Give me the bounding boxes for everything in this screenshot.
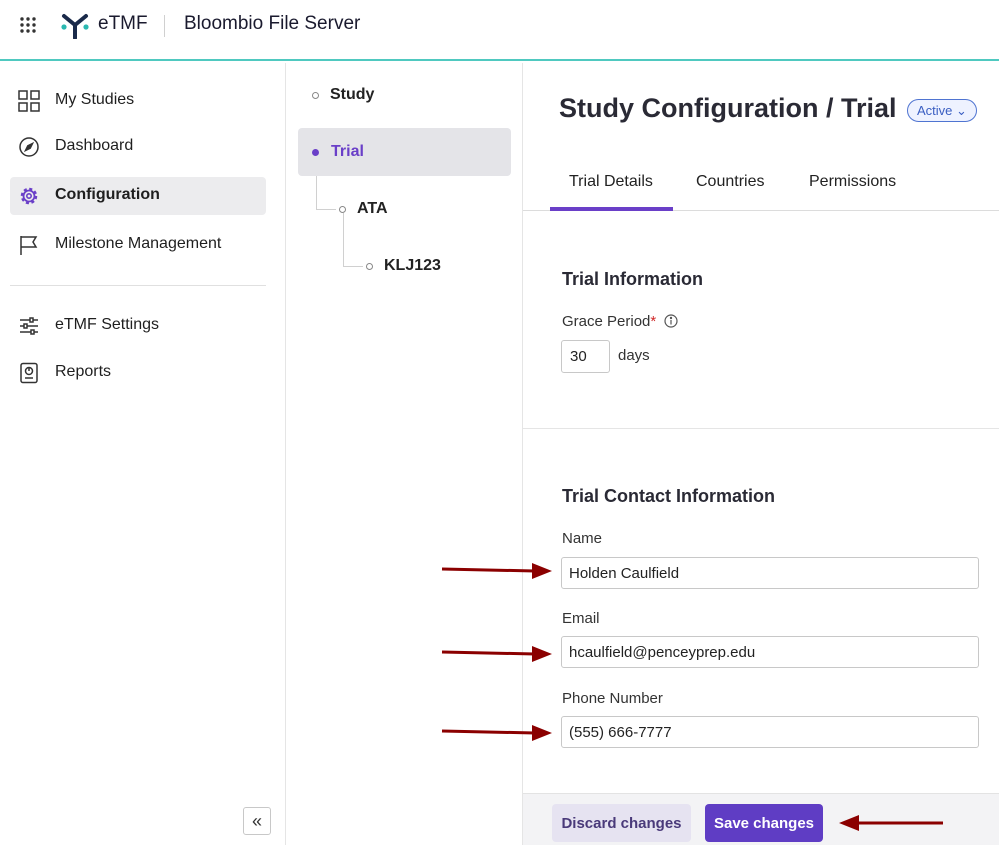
sidebar-item-label: eTMF Settings — [55, 316, 160, 333]
page-title: Study Configuration / Trial — [559, 93, 897, 123]
report-icon — [18, 362, 40, 384]
sidebar-item-etmf-settings[interactable]: eTMF Settings — [10, 307, 266, 345]
sidebar-divider — [10, 285, 266, 286]
compass-icon — [18, 136, 40, 158]
top-bar: eTMF Bloombio File Server — [0, 0, 999, 61]
sidebar-item-label: My Studies — [55, 91, 135, 108]
sidebar-item-dashboard[interactable]: Dashboard — [10, 128, 266, 166]
tree-node-icon — [366, 263, 373, 270]
name-label: Name — [562, 530, 603, 547]
sidebar-item-label: Configuration — [55, 186, 160, 203]
sidebar-item-label: Milestone Management — [55, 235, 222, 252]
annotation-arrow-icon — [441, 646, 552, 662]
grace-period-label: Grace Period* — [562, 313, 678, 330]
active-tab-indicator — [550, 207, 673, 211]
grace-period-input[interactable] — [561, 340, 610, 373]
brand-name: eTMF — [98, 13, 148, 34]
required-marker: * — [650, 313, 657, 330]
annotation-arrow-icon — [441, 725, 552, 741]
tab-trial-details[interactable]: Trial Details — [569, 173, 653, 191]
grid-squares-icon — [18, 90, 40, 112]
tab-permissions[interactable]: Permissions — [809, 173, 896, 191]
sidebar-item-label: Dashboard — [55, 137, 134, 154]
server-name: Bloombio File Server — [184, 13, 361, 34]
etmf-logo-icon — [61, 11, 89, 40]
tree-connector — [343, 266, 363, 267]
trial-contact-heading: Trial Contact Information — [562, 486, 776, 506]
sidebar-item-reports[interactable]: Reports — [10, 354, 266, 392]
flag-icon — [18, 234, 40, 256]
email-field[interactable] — [561, 636, 979, 668]
sidebar-item-my-studies[interactable]: My Studies — [10, 82, 266, 120]
tab-countries[interactable]: Countries — [696, 173, 764, 191]
left-sidebar: My Studies Dashboard Configuration Miles… — [0, 63, 286, 845]
tree-node-icon — [312, 149, 319, 156]
tree-node-icon — [339, 206, 346, 213]
tree-node-icon — [312, 92, 319, 99]
sidebar-item-configuration[interactable]: Configuration — [10, 177, 266, 215]
annotation-arrow-icon — [441, 563, 552, 579]
phone-label: Phone Number — [562, 690, 663, 707]
name-field[interactable] — [561, 557, 979, 589]
save-changes-button[interactable]: Save changes — [705, 804, 823, 842]
sidebar-item-milestone-management[interactable]: Milestone Management — [10, 226, 266, 264]
app-grid-icon[interactable] — [20, 17, 36, 33]
annotation-arrow-icon — [839, 815, 943, 831]
tree-connector — [316, 176, 317, 209]
collapse-sidebar-button[interactable]: « — [243, 807, 271, 835]
grace-period-unit: days — [618, 347, 650, 364]
tab-bar: Trial Details Countries Permissions — [523, 163, 999, 211]
tree-connector — [316, 209, 336, 210]
status-dropdown[interactable]: Active ⌄ — [907, 99, 977, 122]
tree-item-label: Study — [330, 86, 375, 103]
gear-icon — [18, 185, 40, 207]
info-icon[interactable] — [664, 314, 678, 328]
tree-connector — [343, 213, 344, 266]
email-label: Email — [562, 610, 600, 627]
grace-period-label-text: Grace Period — [562, 313, 651, 330]
section-divider — [523, 428, 999, 429]
main-content: Study Configuration / Trial Active ⌄ Tri… — [523, 63, 999, 845]
discard-changes-button[interactable]: Discard changes — [552, 804, 691, 842]
sliders-icon — [18, 315, 40, 337]
tree-item-label: ATA — [357, 200, 388, 217]
tree-item-label: KLJ123 — [384, 257, 441, 274]
tree-item-trial[interactable]: Trial — [298, 128, 511, 176]
top-divider — [164, 15, 165, 37]
trial-information-heading: Trial Information — [562, 269, 704, 289]
tree-item-label: Trial — [331, 143, 364, 160]
phone-field[interactable] — [561, 716, 979, 748]
sidebar-item-label: Reports — [55, 363, 112, 380]
